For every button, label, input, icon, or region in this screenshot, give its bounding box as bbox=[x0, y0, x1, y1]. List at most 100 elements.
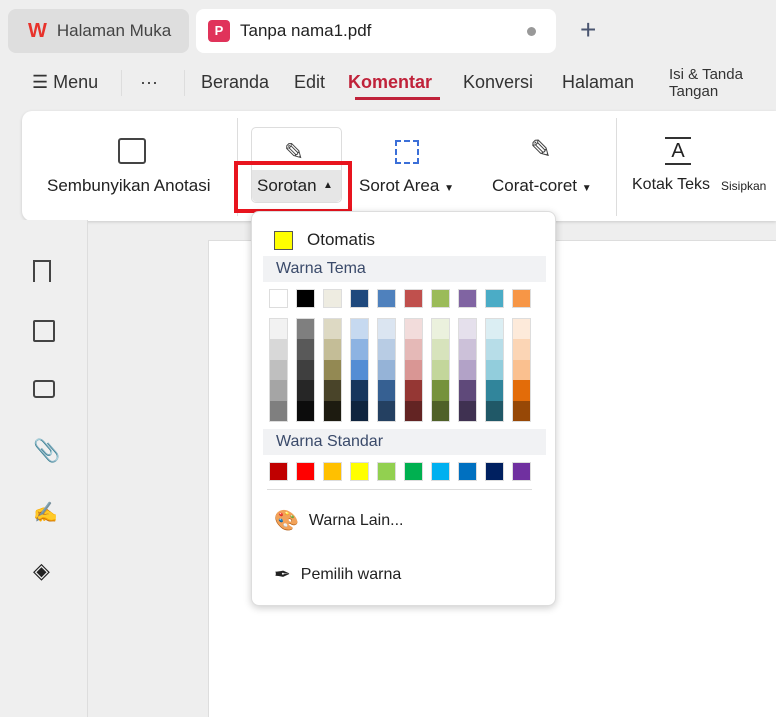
more-colors-option[interactable]: 🎨 Warna Lain... bbox=[274, 508, 403, 533]
standard-color-swatch[interactable] bbox=[350, 462, 369, 481]
theme-shade-swatch[interactable] bbox=[270, 359, 287, 381]
theme-color-swatch[interactable] bbox=[431, 289, 450, 308]
menu-button[interactable]: ☰ Menu bbox=[32, 72, 98, 93]
theme-shade-swatch[interactable] bbox=[324, 400, 341, 421]
bookmark-icon[interactable] bbox=[33, 260, 51, 282]
standard-color-swatch[interactable] bbox=[269, 462, 288, 481]
auto-color-option[interactable]: Otomatis bbox=[274, 230, 375, 250]
theme-shade-swatch[interactable] bbox=[459, 359, 476, 381]
theme-shade-swatch[interactable] bbox=[459, 319, 476, 340]
theme-shade-swatch[interactable] bbox=[351, 359, 368, 381]
theme-shade-column bbox=[512, 318, 531, 422]
theme-shade-column bbox=[377, 318, 396, 422]
theme-shade-swatch[interactable] bbox=[486, 400, 503, 421]
layers-icon[interactable]: ◈ bbox=[33, 558, 55, 583]
theme-shade-swatch[interactable] bbox=[513, 380, 530, 401]
hide-annotation-button[interactable]: Sembunyikan Anotasi bbox=[47, 176, 211, 196]
theme-color-swatch[interactable] bbox=[512, 289, 531, 308]
theme-shade-swatch[interactable] bbox=[297, 400, 314, 421]
theme-shade-swatch[interactable] bbox=[324, 359, 341, 381]
active-tab-underline bbox=[355, 97, 440, 100]
standard-colors-header: Warna Standar bbox=[263, 429, 546, 455]
theme-shade-swatch[interactable] bbox=[432, 339, 449, 360]
theme-shade-swatch[interactable] bbox=[486, 339, 503, 360]
highlight-color-dropdown: Otomatis Warna Tema Warna Standar 🎨 Warn… bbox=[251, 211, 556, 606]
area-highlight-button[interactable]: Sorot Area ▼ bbox=[359, 176, 454, 196]
new-tab-button[interactable]: + bbox=[580, 14, 596, 46]
theme-color-swatch[interactable] bbox=[323, 289, 342, 308]
theme-shade-swatch[interactable] bbox=[432, 359, 449, 381]
textbox-button[interactable]: Kotak Teks bbox=[632, 176, 710, 194]
menu-beranda[interactable]: Beranda bbox=[201, 72, 269, 93]
standard-color-swatch[interactable] bbox=[458, 462, 477, 481]
theme-shade-swatch[interactable] bbox=[324, 339, 341, 360]
theme-shade-swatch[interactable] bbox=[351, 380, 368, 401]
standard-color-swatch[interactable] bbox=[512, 462, 531, 481]
theme-shade-swatch[interactable] bbox=[270, 400, 287, 421]
theme-shade-swatch[interactable] bbox=[351, 319, 368, 340]
menu-isi-tanda-tangan[interactable]: Isi & Tanda Tangan bbox=[669, 66, 769, 100]
theme-shade-swatch[interactable] bbox=[378, 319, 395, 340]
standard-color-swatch[interactable] bbox=[404, 462, 423, 481]
standard-color-swatch[interactable] bbox=[377, 462, 396, 481]
standard-color-swatch[interactable] bbox=[296, 462, 315, 481]
theme-shade-swatch[interactable] bbox=[459, 380, 476, 401]
theme-shade-swatch[interactable] bbox=[324, 319, 341, 340]
theme-shade-swatch[interactable] bbox=[405, 400, 422, 421]
comment-icon[interactable] bbox=[33, 380, 55, 398]
theme-color-swatch[interactable] bbox=[404, 289, 423, 308]
standard-color-swatch[interactable] bbox=[485, 462, 504, 481]
theme-shade-swatch[interactable] bbox=[378, 380, 395, 401]
image-icon[interactable] bbox=[33, 320, 55, 342]
tab-home[interactable]: W Halaman Muka bbox=[8, 9, 189, 53]
theme-shade-swatch[interactable] bbox=[405, 339, 422, 360]
theme-color-swatch[interactable] bbox=[458, 289, 477, 308]
more-button[interactable]: ··· bbox=[140, 72, 158, 93]
theme-shade-swatch[interactable] bbox=[459, 339, 476, 360]
theme-shade-swatch[interactable] bbox=[270, 319, 287, 340]
standard-color-swatch[interactable] bbox=[323, 462, 342, 481]
theme-shade-swatch[interactable] bbox=[405, 359, 422, 381]
theme-shade-swatch[interactable] bbox=[297, 380, 314, 401]
theme-shade-swatch[interactable] bbox=[513, 319, 530, 340]
theme-color-swatch[interactable] bbox=[269, 289, 288, 308]
theme-color-swatch[interactable] bbox=[485, 289, 504, 308]
tab-pdf[interactable]: P Tanpa nama1.pdf bbox=[196, 9, 556, 53]
signature-icon[interactable]: ✍ bbox=[33, 500, 58, 524]
theme-shade-swatch[interactable] bbox=[378, 339, 395, 360]
theme-shade-swatch[interactable] bbox=[270, 339, 287, 360]
theme-shade-swatch[interactable] bbox=[432, 319, 449, 340]
theme-shade-swatch[interactable] bbox=[378, 359, 395, 381]
scribble-button[interactable]: Corat-coret ▼ bbox=[492, 176, 592, 196]
theme-shade-swatch[interactable] bbox=[486, 380, 503, 401]
theme-shade-swatch[interactable] bbox=[432, 380, 449, 401]
theme-shade-swatch[interactable] bbox=[405, 319, 422, 340]
theme-shade-swatch[interactable] bbox=[486, 319, 503, 340]
menu-edit[interactable]: Edit bbox=[294, 72, 325, 93]
theme-shade-swatch[interactable] bbox=[432, 400, 449, 421]
menu-halaman[interactable]: Halaman bbox=[562, 72, 634, 93]
theme-shade-swatch[interactable] bbox=[351, 339, 368, 360]
theme-shade-swatch[interactable] bbox=[486, 359, 503, 381]
theme-shade-swatch[interactable] bbox=[297, 339, 314, 360]
theme-shade-swatch[interactable] bbox=[324, 380, 341, 401]
standard-color-swatch[interactable] bbox=[431, 462, 450, 481]
color-picker-option[interactable]: ✒ Pemilih warna bbox=[274, 562, 401, 587]
theme-shade-swatch[interactable] bbox=[351, 400, 368, 421]
menu-komentar[interactable]: Komentar bbox=[348, 72, 432, 93]
theme-shade-swatch[interactable] bbox=[513, 400, 530, 421]
attachment-icon[interactable]: 📎 bbox=[33, 438, 60, 463]
theme-shade-swatch[interactable] bbox=[405, 380, 422, 401]
theme-color-swatch[interactable] bbox=[350, 289, 369, 308]
theme-shade-swatch[interactable] bbox=[297, 319, 314, 340]
theme-shade-swatch[interactable] bbox=[297, 359, 314, 381]
theme-shade-swatch[interactable] bbox=[513, 339, 530, 360]
theme-shade-swatch[interactable] bbox=[378, 400, 395, 421]
theme-shade-swatch[interactable] bbox=[270, 380, 287, 401]
insert-button[interactable]: Sisipkan bbox=[721, 179, 766, 193]
theme-shade-swatch[interactable] bbox=[459, 400, 476, 421]
menu-konversi[interactable]: Konversi bbox=[463, 72, 533, 93]
theme-color-swatch[interactable] bbox=[377, 289, 396, 308]
theme-color-swatch[interactable] bbox=[296, 289, 315, 308]
theme-shade-swatch[interactable] bbox=[513, 359, 530, 381]
